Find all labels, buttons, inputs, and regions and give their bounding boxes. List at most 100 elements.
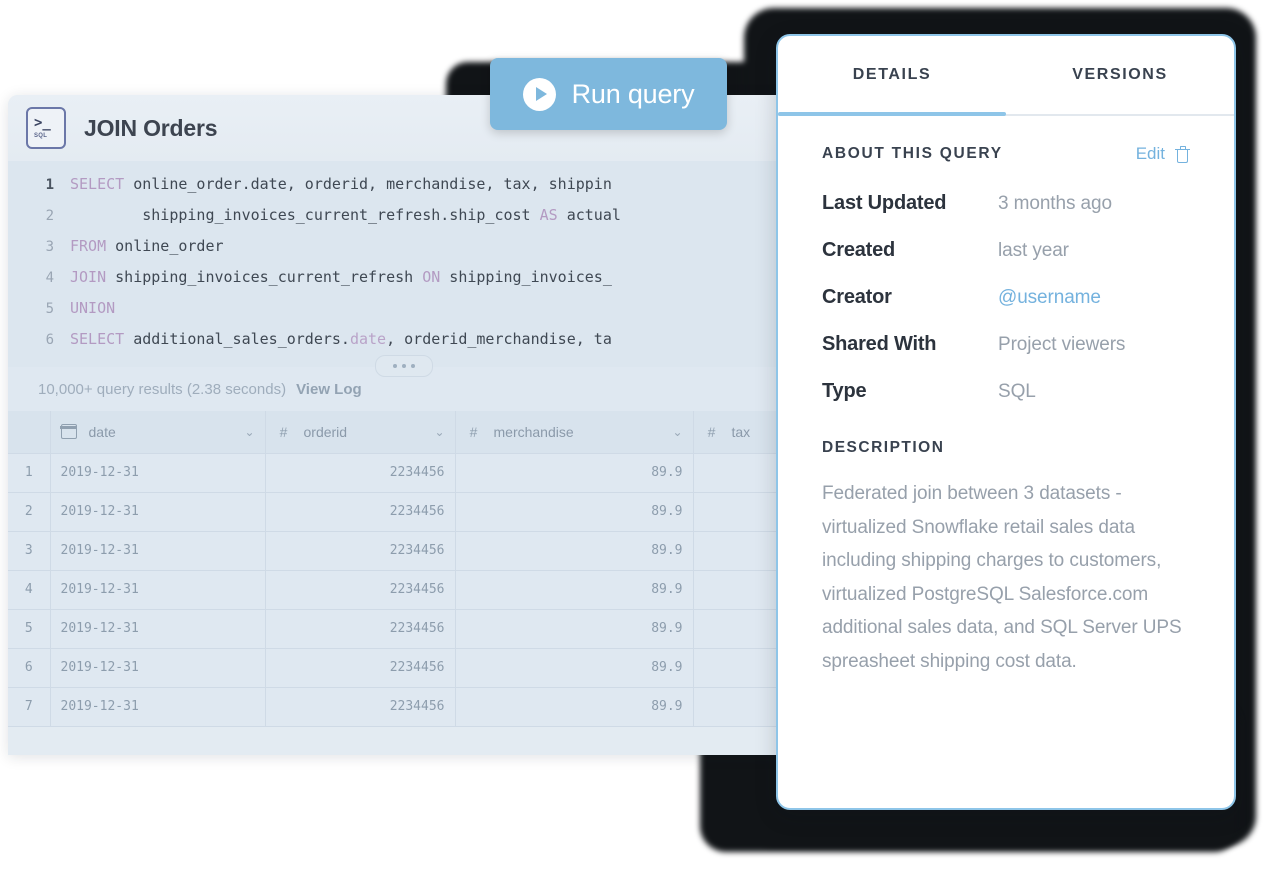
trash-icon[interactable] <box>1175 145 1190 163</box>
about-meta-list: Last Updated 3 months ago Created last year… <box>822 192 1190 403</box>
table-row[interactable]: 2 2019-12-31 2234456 89.9 <box>8 492 800 532</box>
sql-code-text: shipping_invoices_current_refresh.ship_c… <box>70 206 621 224</box>
line-number: 4 <box>45 270 54 286</box>
meta-row: Creator @username <box>822 286 1190 309</box>
sql-icon-tag: SQL <box>34 133 48 139</box>
table-cell-idx: 3 <box>8 531 51 571</box>
sql-code-line: 3 FROM online_order <box>8 237 800 268</box>
meta-key: Type <box>822 380 867 402</box>
handle-dot <box>393 364 397 368</box>
number-type-icon: # <box>469 423 478 440</box>
query-title: JOIN Orders <box>84 114 218 141</box>
table-cell-date: 2019-12-31 <box>50 570 266 610</box>
table-row[interactable]: 3 2019-12-31 2234456 89.9 <box>8 531 800 571</box>
panel-body: ABOUT THIS QUERY Edit Last Updated 3 mont… <box>778 116 1234 678</box>
sql-code-line: 5 UNION <box>8 299 800 330</box>
sql-code-text: SELECT additional_sales_orders.date, ord… <box>70 330 612 348</box>
sql-code-text: UNION <box>70 299 116 317</box>
run-query-label: Run query <box>571 78 695 109</box>
about-section-header: ABOUT THIS QUERY Edit <box>822 144 1190 164</box>
sql-code-text: JOIN shipping_invoices_current_refresh O… <box>70 268 612 286</box>
table-row[interactable]: 7 2019-12-31 2234456 89.9 <box>8 687 800 727</box>
view-log-link[interactable]: View Log <box>296 381 362 398</box>
tab-details[interactable]: DETAILS <box>778 36 1006 116</box>
table-cell-mer: 89.9 <box>455 687 694 727</box>
table-header-row: date ⌄ # orderid ⌄ # merchandise ⌄ # tax <box>8 411 800 454</box>
screenshot-root: >_ SQL JOIN Orders 1 SELECT online_order.… <box>0 0 1280 895</box>
sql-code-lines: 1 SELECT online_order.date, orderid, merc… <box>8 175 800 361</box>
sql-code-line: 1 SELECT online_order.date, orderid, merc… <box>8 175 800 206</box>
line-number: 6 <box>45 332 54 348</box>
table-header-date[interactable]: date ⌄ <box>50 411 266 454</box>
meta-key: Last Updated <box>822 192 947 214</box>
table-header-mer[interactable]: # merchandise ⌄ <box>455 411 694 454</box>
handle-dot <box>411 364 415 368</box>
table-cell-idx: 7 <box>8 687 51 727</box>
about-section-title: ABOUT THIS QUERY <box>822 145 1003 162</box>
meta-row: Shared With Project viewers <box>822 333 1190 356</box>
chevron-down-icon[interactable]: ⌄ <box>672 425 682 439</box>
panel-tabs: DETAILS VERSIONS <box>778 36 1234 116</box>
table-row[interactable]: 4 2019-12-31 2234456 89.9 <box>8 570 800 610</box>
table-cell-mer: 89.9 <box>455 609 694 649</box>
description-title: DESCRIPTION <box>822 439 945 456</box>
table-cell-oid: 2234456 <box>265 531 456 571</box>
meta-row: Type SQL <box>822 380 1190 403</box>
play-icon <box>522 77 556 111</box>
table-cell-oid: 2234456 <box>265 453 456 493</box>
table-row[interactable]: 5 2019-12-31 2234456 89.9 <box>8 609 800 649</box>
details-panel: DETAILS VERSIONS ABOUT THIS QUERY Edit La… <box>776 34 1236 810</box>
line-number: 1 <box>45 177 54 193</box>
line-number: 5 <box>45 301 54 317</box>
chevron-down-icon[interactable]: ⌄ <box>434 425 444 439</box>
meta-key: Shared With <box>822 333 937 355</box>
handle-dot <box>402 364 406 368</box>
column-label: merchandise <box>493 423 574 440</box>
meta-value: 3 months ago <box>998 193 1112 214</box>
table-cell-oid: 2234456 <box>265 648 456 688</box>
editor-resize-handle[interactable] <box>375 355 433 377</box>
meta-key: Creator <box>822 286 892 308</box>
number-type-icon: # <box>279 423 288 440</box>
column-label: orderid <box>303 423 348 440</box>
table-row[interactable]: 1 2019-12-31 2234456 89.9 <box>8 453 800 493</box>
table-header-idx <box>8 411 51 454</box>
table-cell-oid: 2234456 <box>265 609 456 649</box>
table-cell-mer: 89.9 <box>455 492 694 532</box>
line-number: 3 <box>45 239 54 255</box>
meta-key: Created <box>822 239 896 261</box>
table-cell-idx: 4 <box>8 570 51 610</box>
results-table: date ⌄ # orderid ⌄ # merchandise ⌄ # tax 1 2019-12… <box>8 411 800 727</box>
table-cell-idx: 5 <box>8 609 51 649</box>
sql-code-line: 4 JOIN shipping_invoices_current_refresh … <box>8 268 800 299</box>
meta-value: last year <box>998 240 1069 261</box>
table-cell-mer: 89.9 <box>455 531 694 571</box>
meta-value[interactable]: @username <box>998 287 1101 309</box>
run-query-button[interactable]: Run query <box>490 58 727 130</box>
table-header-oid[interactable]: # orderid ⌄ <box>265 411 456 454</box>
sql-code-editor[interactable]: 1 SELECT online_order.date, orderid, merc… <box>8 161 800 377</box>
table-cell-date: 2019-12-31 <box>50 531 266 571</box>
meta-value: Project viewers <box>998 334 1126 355</box>
table-cell-date: 2019-12-31 <box>50 492 266 532</box>
table-cell-mer: 89.9 <box>455 453 694 493</box>
table-cell-mer: 89.9 <box>455 648 694 688</box>
query-results-count: 10,000+ query results (2.38 seconds) <box>38 380 287 398</box>
table-cell-date: 2019-12-31 <box>50 609 266 649</box>
table-cell-idx: 1 <box>8 453 51 493</box>
chevron-down-icon[interactable]: ⌄ <box>244 425 254 439</box>
meta-row: Created last year <box>822 239 1190 262</box>
meta-row: Last Updated 3 months ago <box>822 192 1190 215</box>
table-cell-oid: 2234456 <box>265 687 456 727</box>
table-row[interactable]: 6 2019-12-31 2234456 89.9 <box>8 648 800 688</box>
column-label: tax <box>731 423 751 440</box>
sql-terminal-icon: >_ SQL <box>26 107 66 149</box>
column-label: date <box>88 423 116 440</box>
query-card: >_ SQL JOIN Orders 1 SELECT online_order.… <box>8 95 800 755</box>
table-body: 1 2019-12-31 2234456 89.9 2 2019-12-31 2234456… <box>8 453 800 727</box>
table-cell-date: 2019-12-31 <box>50 687 266 727</box>
description-text: Federated join between 3 datasets - virt… <box>822 483 1182 672</box>
tab-versions[interactable]: VERSIONS <box>1006 36 1234 114</box>
table-cell-idx: 6 <box>8 648 51 688</box>
edit-button[interactable]: Edit <box>1136 144 1165 164</box>
